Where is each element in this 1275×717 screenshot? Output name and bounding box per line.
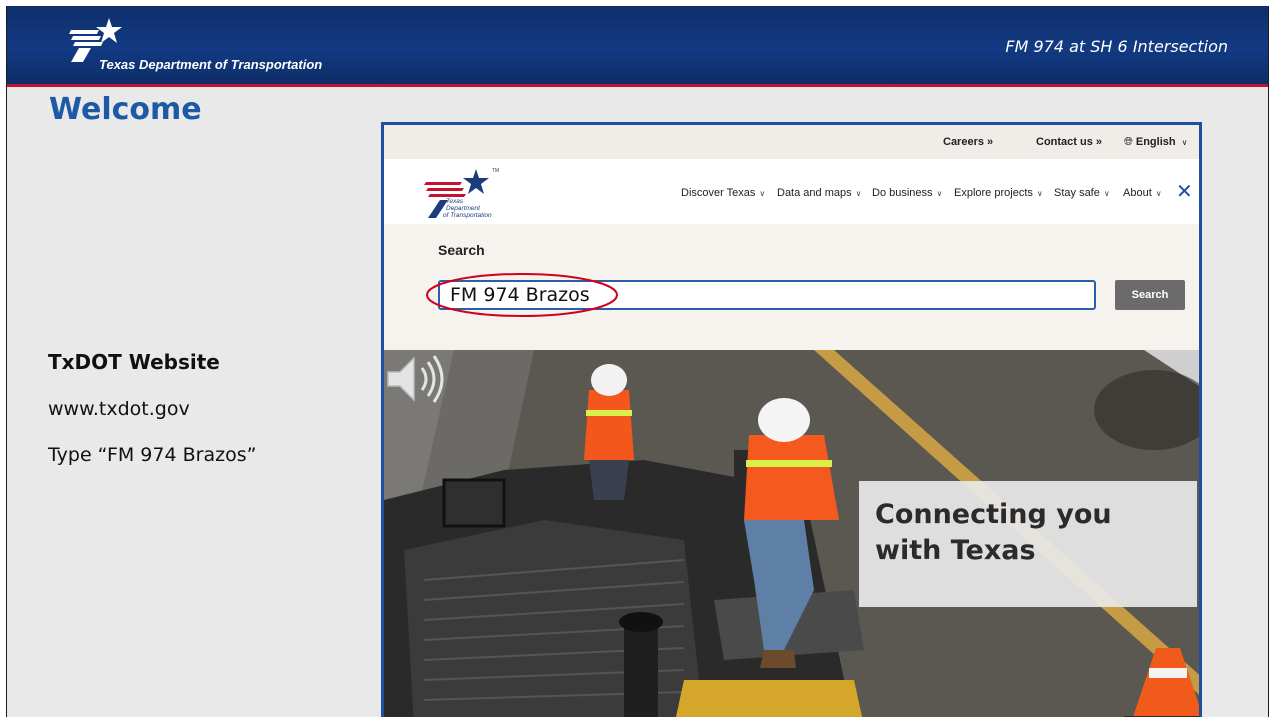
website-url: www.txdot.gov [48,398,190,420]
hero-tagline: Connecting you with Texas [875,499,1112,566]
header-banner: Texas Department of Transportation FM 97… [7,6,1268,87]
nav-data-and-maps[interactable]: Data and maps ∨ [777,187,861,199]
nav-stay-safe[interactable]: Stay safe ∨ [1054,187,1110,199]
chevron-down-icon: ∨ [1103,189,1110,198]
nav-do-business[interactable]: Do business ∨ [872,187,942,199]
logo-line-department: Department [446,205,480,212]
nav-about-label: About [1123,187,1152,199]
nav-explore-projects[interactable]: Explore projects ∨ [954,187,1043,199]
language-selector[interactable]: 🌐︎ English ∨ [1124,136,1188,149]
website-screenshot: Careers » Contact us » 🌐︎ English ∨ TM T… [381,122,1202,717]
globe-icon: 🌐︎ [1124,136,1133,148]
nav-do-business-label: Do business [872,187,933,199]
chevron-down-icon: ∨ [1036,189,1043,198]
slide-frame: Texas Department of Transportation FM 97… [6,6,1269,717]
main-navigation: TM Texas Department of Transportation Di… [384,159,1199,225]
logo-trademark: TM [492,168,500,174]
page-title: Welcome [49,92,202,127]
close-icon[interactable]: ✕ [1176,181,1193,201]
chevron-down-icon: ∨ [759,189,766,198]
search-label: Search [438,242,485,258]
chevron-down-icon: ∨ [1155,189,1162,198]
search-instruction: Type “FM 974 Brazos” [48,444,257,466]
nav-discover-texas-label: Discover Texas [681,187,756,199]
instructions: TxDOT Website www.txdot.gov Type “FM 974… [48,350,256,490]
chevron-down-icon: ∨ [855,189,862,198]
contact-us-link[interactable]: Contact us » [1036,136,1102,148]
site-logo[interactable]: TM Texas Department of Transportation [422,168,500,220]
nav-discover-texas[interactable]: Discover Texas ∨ [681,187,765,199]
search-input[interactable] [438,280,1096,310]
slide: Texas Department of Transportation FM 97… [0,0,1275,717]
search-button[interactable]: Search [1115,280,1185,310]
instructions-heading: TxDOT Website [48,350,220,374]
hero-tagline-box: Connecting you with Texas [859,481,1197,607]
hero-image: Connecting you with Texas [384,350,1199,717]
speaker-icon[interactable] [384,350,446,408]
agency-name: Texas Department of Transportation [99,57,323,72]
deck-title: FM 974 at SH 6 Intersection [1005,37,1228,56]
nav-about[interactable]: About ∨ [1123,187,1162,199]
nav-explore-projects-label: Explore projects [954,187,1033,199]
careers-link[interactable]: Careers » [943,136,993,148]
logo-line-transportation: of Transportation [443,212,492,219]
language-label: English [1135,136,1176,148]
logo-line-texas: Texas [446,198,464,205]
search-panel: Search Search [384,224,1199,350]
utility-bar: Careers » Contact us » 🌐︎ English ∨ [384,125,1199,159]
chevron-down-icon: ∨ [1181,138,1188,147]
chevron-down-icon: ∨ [936,189,943,198]
nav-stay-safe-label: Stay safe [1054,187,1100,199]
nav-data-and-maps-label: Data and maps [777,187,852,199]
